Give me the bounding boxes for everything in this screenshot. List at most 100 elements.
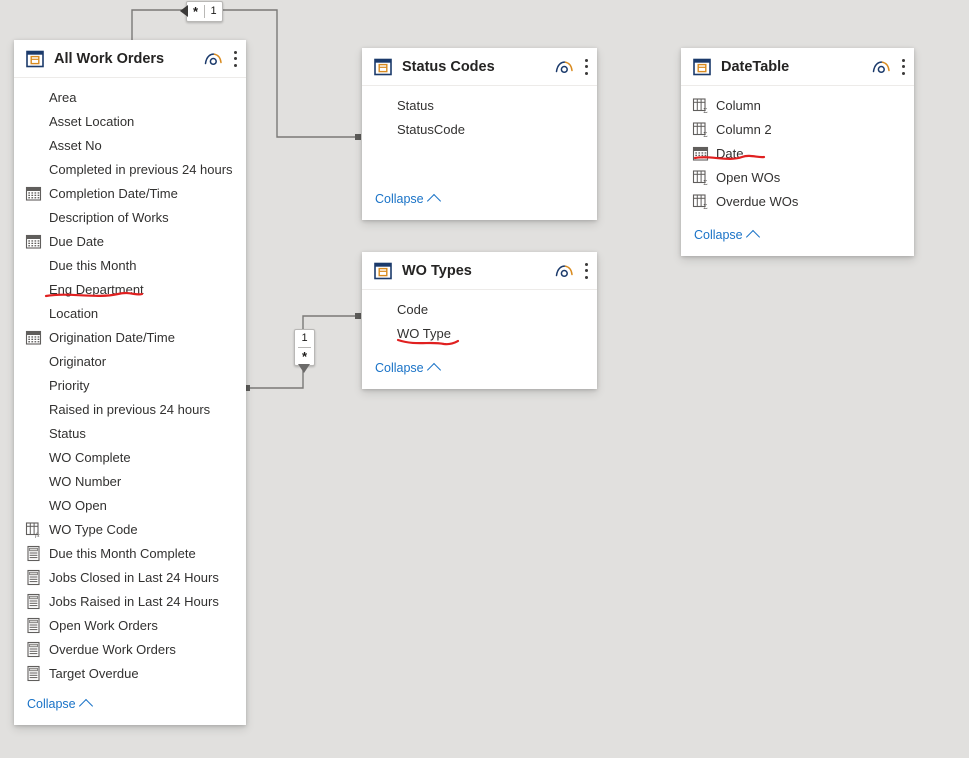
field-name: Originator bbox=[49, 353, 107, 369]
cardinality-badge-rel-work-orders-to-status-codes[interactable]: * 1 bbox=[180, 1, 223, 22]
chevron-up-icon bbox=[745, 229, 760, 245]
field-row[interactable]: Σ Overdue WOs bbox=[681, 189, 914, 213]
more-options-icon[interactable] bbox=[584, 58, 588, 76]
field-name: Due this Month bbox=[49, 257, 137, 273]
table-card-date-table[interactable]: DateTable Σ Column Σ Column 2 Date Σ Open WOs Σ O… bbox=[681, 48, 914, 256]
cardinality-from: 1 bbox=[301, 332, 308, 344]
eye-hide-icon[interactable] bbox=[204, 52, 223, 66]
table-title: All Work Orders bbox=[54, 50, 165, 67]
relationship-endpoint-status-codes bbox=[355, 134, 361, 140]
field-row[interactable]: Σ Open WOs bbox=[681, 165, 914, 189]
field-row[interactable]: Due Date bbox=[14, 229, 246, 253]
table-header-status-codes[interactable]: Status Codes bbox=[362, 48, 597, 86]
cross-filter-arrow-icon bbox=[298, 364, 310, 373]
table-header-wo-types[interactable]: WO Types bbox=[362, 252, 597, 290]
field-row[interactable]: Jobs Closed in Last 24 Hours bbox=[14, 565, 246, 589]
field-row[interactable]: Originator bbox=[14, 349, 246, 373]
collapse-button-status-codes[interactable]: Collapse bbox=[375, 192, 441, 209]
svg-text:Σ: Σ bbox=[703, 178, 707, 186]
field-row[interactable]: Due this Month bbox=[14, 253, 246, 277]
field-row[interactable]: Σ Column 2 bbox=[681, 117, 914, 141]
model-view-canvas[interactable]: * 1 1 * All Work Orders Area Asset Location As… bbox=[0, 0, 969, 758]
field-row[interactable]: WO Type bbox=[362, 321, 597, 345]
table-title: WO Types bbox=[402, 262, 472, 279]
field-row[interactable]: WO Open bbox=[14, 493, 246, 517]
cross-filter-arrow-icon bbox=[180, 5, 188, 17]
field-row[interactable]: Origination Date/Time bbox=[14, 325, 246, 349]
field-row[interactable]: Status bbox=[14, 421, 246, 445]
table-title: DateTable bbox=[721, 58, 790, 75]
field-row[interactable]: WO Complete bbox=[14, 445, 246, 469]
field-name: Raised in previous 24 hours bbox=[49, 401, 211, 417]
field-name: Status bbox=[397, 97, 434, 113]
field-row[interactable]: Due this Month Complete bbox=[14, 541, 246, 565]
cardinality-badge-rel-work-orders-to-wo-types[interactable]: 1 * bbox=[294, 329, 315, 373]
field-name: WO Complete bbox=[49, 449, 131, 465]
field-row[interactable]: Description of Works bbox=[14, 205, 246, 229]
eye-hide-icon[interactable] bbox=[555, 264, 574, 278]
cardinality-from: * bbox=[192, 4, 199, 19]
field-row[interactable]: Location bbox=[14, 301, 246, 325]
field-row[interactable]: Target Overdue bbox=[14, 661, 246, 685]
more-options-icon[interactable] bbox=[901, 58, 905, 76]
field-row[interactable]: Σ Column bbox=[681, 93, 914, 117]
field-name: Overdue Work Orders bbox=[49, 641, 176, 657]
field-row[interactable]: Code bbox=[362, 297, 597, 321]
field-row[interactable]: Jobs Raised in Last 24 Hours bbox=[14, 589, 246, 613]
field-row[interactable]: Asset No bbox=[14, 133, 246, 157]
field-row[interactable]: Asset Location bbox=[14, 109, 246, 133]
field-row[interactable]: Eng Department bbox=[14, 277, 246, 301]
collapse-button-wo-types[interactable]: Collapse bbox=[375, 361, 441, 378]
field-list-wo-types: Code WO Type bbox=[362, 290, 597, 352]
field-list-date-table: Σ Column Σ Column 2 Date Σ Open WOs Σ Overdue WO… bbox=[681, 86, 914, 219]
field-row[interactable]: Status bbox=[362, 93, 597, 117]
table-header-date-table[interactable]: DateTable bbox=[681, 48, 914, 86]
field-row[interactable]: WO Number bbox=[14, 469, 246, 493]
field-name: WO Type Code bbox=[49, 521, 138, 537]
field-name: Priority bbox=[49, 377, 90, 393]
table-title: Status Codes bbox=[402, 58, 495, 75]
field-row[interactable]: Completion Date/Time bbox=[14, 181, 246, 205]
collapse-button-date-table[interactable]: Collapse bbox=[694, 228, 760, 245]
calendar-icon bbox=[692, 145, 709, 162]
field-row[interactable]: Overdue Work Orders bbox=[14, 637, 246, 661]
chevron-up-icon bbox=[78, 698, 93, 714]
field-row[interactable]: Completed in previous 24 hours bbox=[14, 157, 246, 181]
field-name: Column 2 bbox=[716, 121, 772, 137]
table-card-all-work-orders[interactable]: All Work Orders Area Asset Location Asset N… bbox=[14, 40, 246, 725]
field-name: Eng Department bbox=[49, 281, 144, 297]
field-row[interactable]: Date bbox=[681, 141, 914, 165]
measure-calculator-icon bbox=[25, 665, 42, 682]
field-name: Column bbox=[716, 97, 761, 113]
sigma-column-icon: Σ bbox=[692, 193, 709, 211]
field-row[interactable]: fx WO Type Code bbox=[14, 517, 246, 541]
field-row[interactable]: Raised in previous 24 hours bbox=[14, 397, 246, 421]
cardinality-to: 1 bbox=[210, 5, 217, 17]
more-options-icon[interactable] bbox=[584, 262, 588, 280]
svg-text:Σ: Σ bbox=[703, 130, 707, 138]
field-name: Location bbox=[49, 305, 99, 321]
more-options-icon[interactable] bbox=[233, 50, 237, 68]
table-card-wo-types[interactable]: WO Types Code WO Type Collapse bbox=[362, 252, 597, 389]
field-name: Status bbox=[49, 425, 86, 441]
collapse-button-all-work-orders[interactable]: Collapse bbox=[27, 697, 93, 714]
field-row[interactable]: StatusCode bbox=[362, 117, 597, 141]
collapse-row: Collapse bbox=[362, 183, 597, 220]
calendar-icon bbox=[25, 233, 42, 250]
collapse-row: Collapse bbox=[681, 219, 914, 256]
svg-text:Σ: Σ bbox=[703, 202, 707, 210]
eye-hide-icon[interactable] bbox=[872, 60, 891, 74]
eye-hide-icon[interactable] bbox=[555, 60, 574, 74]
table-header-all-work-orders[interactable]: All Work Orders bbox=[14, 40, 246, 78]
field-name: Open WOs bbox=[716, 169, 781, 185]
collapse-row: Collapse bbox=[362, 352, 597, 389]
field-name: Date bbox=[716, 145, 744, 161]
field-name: Asset No bbox=[49, 137, 102, 153]
field-row[interactable]: Priority bbox=[14, 373, 246, 397]
chevron-up-icon bbox=[426, 362, 441, 378]
field-row[interactable]: Open Work Orders bbox=[14, 613, 246, 637]
field-row[interactable]: Area bbox=[14, 85, 246, 109]
field-name: Code bbox=[397, 301, 429, 317]
table-card-status-codes[interactable]: Status Codes Status StatusCode Collapse bbox=[362, 48, 597, 220]
calendar-icon bbox=[25, 329, 42, 346]
